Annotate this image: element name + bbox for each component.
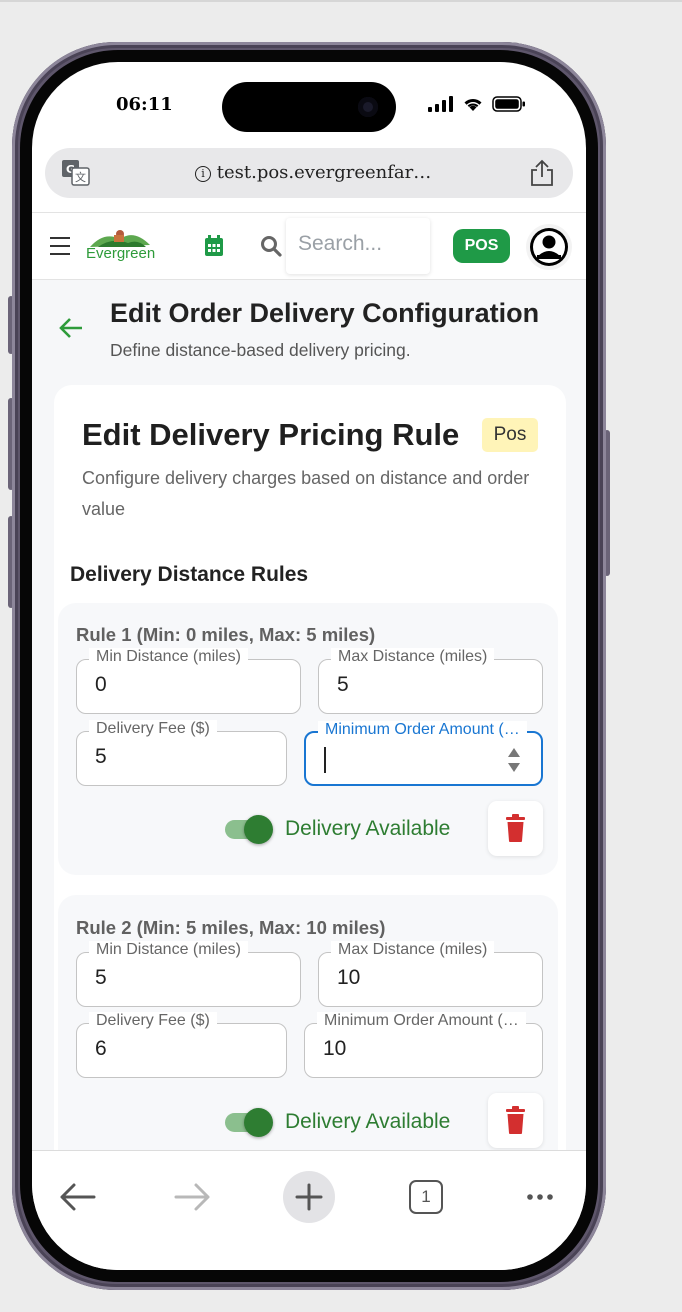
phone-screen: 06:11 G文 i test.pos.evergreenfar… Evergr… [32,62,586,1270]
text-caret [324,747,326,773]
max-distance-value: 10 [337,966,361,989]
max-distance-value: 5 [337,673,349,696]
delivery-fee-value: 5 [95,745,107,768]
evergreen-logo[interactable]: Evergreen [84,227,156,267]
trash-icon [506,814,525,842]
menu-icon[interactable] [50,237,70,255]
delivery-fee-field[interactable]: Delivery Fee ($) 6 [76,1012,287,1078]
max-distance-field[interactable]: Max Distance (miles) 10 [318,941,543,1007]
pricing-rule-card: Edit Delivery Pricing Rule Pos Configure… [54,385,566,1150]
calendar-icon[interactable] [204,235,224,257]
tab-count: 1 [421,1187,431,1206]
delivery-available-toggle[interactable] [221,814,273,844]
browser-bottom-bar: 1 [32,1150,586,1270]
browser-url-bar[interactable]: G文 i test.pos.evergreenfar… [45,148,573,198]
pos-button[interactable]: POS [453,229,510,263]
forward-icon[interactable] [162,1167,222,1227]
minimum-order-value: 10 [323,1037,347,1060]
minimum-order-field[interactable]: Minimum Order Amount (… [304,721,543,786]
url-display[interactable]: i test.pos.evergreenfar… [195,162,431,183]
svg-text:文: 文 [75,170,86,184]
delivery-fee-label: Delivery Fee ($) [89,720,217,738]
wifi-icon [464,98,482,111]
plus-icon [295,1183,323,1211]
translate-icon[interactable]: G文 [61,159,91,187]
min-distance-value: 0 [95,673,107,696]
rule-block: Rule 2 (Min: 5 miles, Max: 10 miles) Min… [58,895,558,1150]
delivery-available-toggle[interactable] [221,1107,273,1137]
rule-title: Rule 2 (Min: 5 miles, Max: 10 miles) [76,917,386,938]
minimum-order-label: Minimum Order Amount (… [317,1012,526,1030]
page-content: Edit Order Delivery Configuration Define… [32,280,586,1150]
minimum-order-field[interactable]: Minimum Order Amount (… 10 [304,1012,543,1078]
max-distance-field[interactable]: Max Distance (miles) 5 [318,648,543,714]
status-time: 06:11 [116,94,173,115]
max-distance-label: Max Distance (miles) [331,941,495,959]
delivery-fee-label: Delivery Fee ($) [89,1012,217,1030]
min-distance-label: Min Distance (miles) [89,648,248,666]
search-input[interactable] [298,232,428,256]
page-subtitle: Define distance-based delivery pricing. [110,340,411,360]
signal-icon [428,96,453,112]
delivery-available-label: Delivery Available [285,1110,451,1133]
max-distance-label: Max Distance (miles) [331,648,495,666]
min-distance-field[interactable]: Min Distance (miles) 0 [76,648,301,714]
card-description: Configure delivery charges based on dist… [82,468,530,519]
avatar[interactable] [526,224,572,270]
status-icons [428,96,526,112]
rule-title: Rule 1 (Min: 0 miles, Max: 5 miles) [76,624,376,645]
delivery-available-label: Delivery Available [285,817,451,840]
tabs-button[interactable]: 1 [409,1180,443,1214]
info-icon: i [195,166,211,182]
new-tab-button[interactable] [283,1171,335,1223]
app-header: Evergreen POS [32,212,586,280]
trash-icon [506,1106,525,1134]
delete-rule-button[interactable] [488,1093,543,1148]
user-icon [530,228,568,266]
search-icon[interactable] [260,235,282,257]
dynamic-island [222,82,396,132]
minimum-order-label: Minimum Order Amount (… [318,721,527,739]
back-icon[interactable] [48,1167,108,1227]
camera-icon [358,97,378,117]
channel-badge: Pos [482,418,538,452]
delete-rule-button[interactable] [488,801,543,856]
min-distance-field[interactable]: Min Distance (miles) 5 [76,941,301,1007]
min-distance-label: Min Distance (miles) [89,941,248,959]
search-box[interactable] [286,218,430,274]
card-title: Edit Delivery Pricing Rule [82,417,460,452]
rule-block: Rule 1 (Min: 0 miles, Max: 5 miles) Min … [58,603,558,875]
toggle-thumb [244,1108,273,1137]
min-distance-value: 5 [95,966,107,989]
delivery-fee-value: 6 [95,1037,107,1060]
back-arrow-icon[interactable] [58,317,84,339]
page-title: Edit Order Delivery Configuration [110,298,540,328]
delivery-fee-field[interactable]: Delivery Fee ($) 5 [76,720,287,786]
share-icon[interactable] [529,159,555,187]
toggle-thumb [244,815,273,844]
url-text: test.pos.evergreenfar… [216,162,432,183]
section-title: Delivery Distance Rules [70,563,309,586]
top-divider [0,0,682,2]
more-icon[interactable] [510,1167,570,1227]
logo-text: Evergreen [86,245,156,262]
battery-icon [492,96,525,112]
number-spinner-icon[interactable] [507,746,521,774]
